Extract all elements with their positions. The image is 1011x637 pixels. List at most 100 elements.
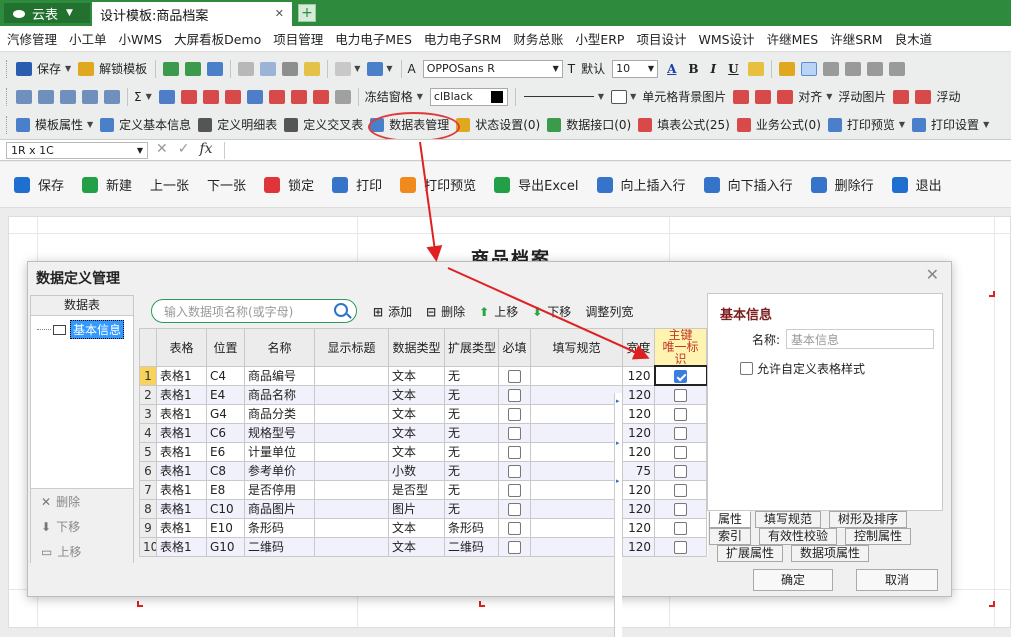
cell-table[interactable]: 表格1 <box>156 365 207 386</box>
cell-required[interactable] <box>498 517 531 538</box>
fill-color-icon[interactable] <box>747 61 764 76</box>
underline-icon[interactable]: U <box>728 62 738 76</box>
primary-key-checkbox[interactable] <box>674 540 687 554</box>
cell-required[interactable] <box>498 403 531 424</box>
control4-icon[interactable] <box>224 89 241 104</box>
cell-position[interactable]: C10 <box>206 498 245 519</box>
cell-data-type[interactable]: 文本 <box>388 517 445 538</box>
redo-icon[interactable] <box>367 61 384 76</box>
cell-name[interactable]: 二维码 <box>244 536 315 557</box>
tab-item-props[interactable]: 数据项属性 <box>791 545 870 562</box>
control6-icon[interactable] <box>268 89 285 104</box>
cell-table[interactable]: 表格1 <box>156 536 207 557</box>
lock-button[interactable]: 锁定 <box>264 175 314 194</box>
cell-ext-type[interactable]: 无 <box>444 498 499 519</box>
import-icon[interactable] <box>163 61 180 76</box>
cell-data-type[interactable]: 图片 <box>388 498 445 519</box>
menu-item[interactable]: 财务总账 <box>506 29 568 48</box>
menu-item[interactable]: 电力电子MES <box>328 29 417 48</box>
required-checkbox[interactable] <box>508 464 521 478</box>
format-brush-icon[interactable] <box>304 61 321 76</box>
menu-item[interactable]: 项目管理 <box>266 29 328 48</box>
cell-primary-key[interactable] <box>654 479 707 500</box>
cell-ext-type[interactable]: 无 <box>444 384 499 405</box>
cell-width[interactable]: 120 <box>622 422 655 443</box>
cell-table[interactable]: 表格1 <box>156 422 207 443</box>
freeze-panes-button[interactable]: 冻结窗格 <box>365 88 413 105</box>
paste-icon[interactable] <box>282 61 299 76</box>
italic-icon[interactable]: I <box>711 62 717 76</box>
cell-display-title[interactable] <box>314 384 389 405</box>
cell-required[interactable] <box>498 460 531 481</box>
print-button[interactable]: 打印 <box>332 175 382 194</box>
cell-position[interactable]: E10 <box>206 517 245 538</box>
cell-fill-rule[interactable] <box>530 536 623 557</box>
cell-primary-key[interactable] <box>654 441 707 462</box>
cell-table[interactable]: 表格1 <box>156 460 207 481</box>
row-number[interactable]: 3 <box>139 403 157 424</box>
tab-control-props[interactable]: 控制属性 <box>845 528 912 545</box>
cell-position[interactable]: C4 <box>206 365 245 386</box>
define-detail-table-button[interactable]: 定义明细表 <box>217 116 277 133</box>
cell-fill-rule[interactable] <box>530 384 623 405</box>
cell-position[interactable]: E4 <box>206 384 245 405</box>
tab-extended-props[interactable]: 扩展属性 <box>717 545 784 562</box>
column-header[interactable]: 宽度 <box>622 328 655 367</box>
cell-fill-rule[interactable] <box>530 479 623 500</box>
save-button[interactable]: 保存 <box>14 175 64 194</box>
cell-background-image-button[interactable]: 单元格背景图片 <box>642 88 726 105</box>
status-settings-button[interactable]: 状态设置(0) <box>475 116 540 133</box>
row-number[interactable]: 5 <box>139 441 157 462</box>
chevron-down-icon[interactable]: ▼ <box>146 92 152 101</box>
cell-fill-rule[interactable] <box>530 422 623 443</box>
custom-style-option[interactable]: 允许自定义表格样式 <box>740 360 865 377</box>
print-preview-button[interactable]: 打印预览 <box>400 175 476 194</box>
cancel-button[interactable]: 取消 <box>856 569 938 591</box>
insert-col-icon[interactable] <box>60 89 76 104</box>
previous-button[interactable]: 上一张 <box>150 175 189 194</box>
define-detail-table-icon[interactable] <box>198 117 213 132</box>
cell-primary-key[interactable] <box>654 422 707 443</box>
chevron-down-icon[interactable]: ▼ <box>598 92 604 101</box>
chevron-down-icon[interactable]: ▼ <box>630 92 636 101</box>
new-tab-button[interactable]: + <box>298 4 316 22</box>
required-checkbox[interactable] <box>508 502 521 516</box>
move-up-button[interactable]: ⬆ 上移 <box>479 303 518 320</box>
cell-width[interactable]: 120 <box>622 498 655 519</box>
cell-display-title[interactable] <box>314 403 389 424</box>
menu-item[interactable]: 汽修管理 <box>0 29 62 48</box>
chevron-down-icon[interactable]: ▼ <box>417 92 423 101</box>
cell-ext-type[interactable]: 无 <box>444 460 499 481</box>
split-icon[interactable] <box>104 89 120 104</box>
cell-name[interactable]: 是否停用 <box>244 479 315 500</box>
save-icon[interactable] <box>16 61 32 76</box>
cell-data-type[interactable]: 文本 <box>388 365 445 386</box>
barcode2-icon[interactable] <box>888 61 905 76</box>
primary-key-checkbox[interactable] <box>674 407 687 421</box>
cell-primary-key[interactable] <box>654 517 707 538</box>
image-add-icon[interactable] <box>733 89 750 104</box>
menu-item[interactable]: 项目设计 <box>629 29 691 48</box>
row-number[interactable]: 7 <box>139 479 157 500</box>
font-color-icon[interactable]: A <box>667 62 676 76</box>
cell-data-type[interactable]: 文本 <box>388 384 445 405</box>
cell-table[interactable]: 表格1 <box>156 479 207 500</box>
color-select[interactable]: clBlack <box>429 87 508 106</box>
cell-table[interactable]: 表格1 <box>156 441 207 462</box>
paste-special-icon[interactable] <box>207 61 224 76</box>
data-interface-icon[interactable] <box>547 117 562 132</box>
column-header[interactable]: 数据类型 <box>388 328 445 367</box>
print-preview-button[interactable]: 打印预览 <box>847 116 895 133</box>
required-checkbox[interactable] <box>508 388 521 402</box>
cell-required[interactable] <box>498 384 531 405</box>
toolbar-save-label[interactable]: 保存 <box>37 60 61 77</box>
menu-item[interactable]: 电力电子SRM <box>417 29 506 48</box>
cell-fill-rule[interactable] <box>530 460 623 481</box>
column-header[interactable]: 显示标题 <box>314 328 389 367</box>
float-add-icon[interactable] <box>893 89 910 104</box>
row-number[interactable]: 9 <box>139 517 157 538</box>
formula-box-icon[interactable] <box>334 89 351 104</box>
adjust-width-button[interactable]: 调整列宽 <box>585 303 633 320</box>
align-center-icon[interactable] <box>822 61 839 76</box>
tree-delete-button[interactable]: ✕ 删除 <box>31 489 133 514</box>
